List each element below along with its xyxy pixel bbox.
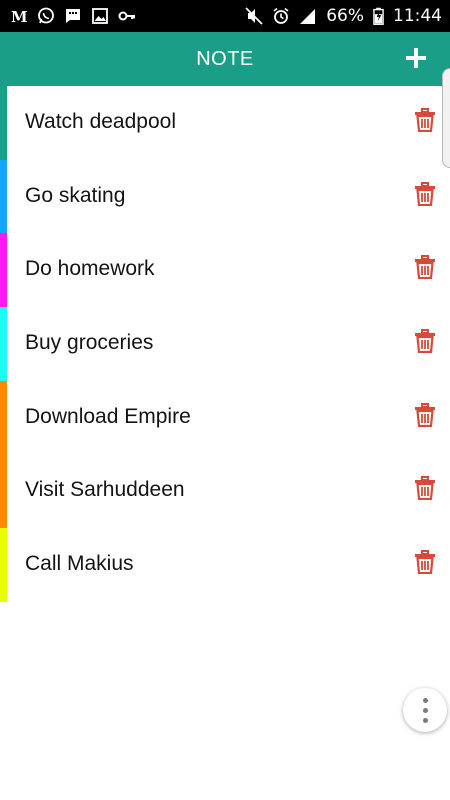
note-text: Call Makius (25, 552, 134, 576)
m-app-icon: M (11, 8, 28, 25)
plus-icon (406, 48, 426, 68)
note-color-stripe (0, 528, 7, 602)
note-item[interactable]: Download Empire (0, 380, 450, 455)
note-color-stripe (0, 86, 7, 160)
edge-panel-handle[interactable] (442, 68, 450, 168)
image-icon (92, 8, 108, 24)
app-title: NOTE (196, 47, 254, 70)
note-text: Do homework (25, 257, 155, 281)
trash-icon (415, 476, 435, 501)
delete-note-button[interactable] (414, 181, 436, 206)
status-bar-right: 66% 11:44 (245, 6, 442, 26)
vertical-dots-icon (422, 707, 428, 713)
status-bar-left: M (10, 7, 136, 25)
battery-percent: 66% (326, 6, 364, 26)
note-text: Buy groceries (25, 331, 154, 355)
trash-icon (415, 550, 435, 575)
delete-note-button[interactable] (414, 476, 436, 501)
trash-icon (415, 329, 435, 354)
trash-icon (415, 255, 435, 280)
note-item[interactable]: Go skating (0, 159, 450, 234)
clock: 11:44 (393, 6, 442, 26)
note-item[interactable]: Call Makius (0, 528, 450, 602)
trash-icon (415, 108, 435, 132)
app-bar: NOTE (0, 32, 450, 86)
note-item[interactable]: Buy groceries (0, 307, 450, 381)
note-text: Visit Sarhuddeen (25, 478, 185, 502)
delete-note-button[interactable] (414, 108, 436, 132)
note-text: Go skating (25, 183, 126, 207)
note-item[interactable]: Visit Sarhuddeen (0, 454, 450, 529)
note-text: Watch deadpool (25, 110, 176, 133)
note-color-stripe (0, 233, 7, 308)
message-icon (66, 9, 80, 23)
delete-note-button[interactable] (414, 255, 436, 280)
delete-note-button[interactable] (414, 550, 436, 575)
alarm-icon (273, 7, 289, 24)
overflow-menu-button[interactable] (403, 688, 447, 732)
vertical-dots-icon (422, 717, 428, 723)
note-item[interactable]: Do homework (0, 233, 450, 308)
trash-icon (415, 181, 435, 206)
delete-note-button[interactable] (414, 329, 436, 354)
note-item[interactable]: Watch deadpool (0, 86, 450, 160)
signal-icon (300, 9, 316, 24)
note-color-stripe (0, 380, 7, 455)
note-color-stripe (0, 159, 7, 234)
delete-note-button[interactable] (414, 402, 436, 427)
svg-text:M: M (11, 8, 28, 25)
note-color-stripe (0, 307, 7, 381)
trash-icon (415, 402, 435, 427)
key-icon (118, 11, 135, 21)
mute-icon (245, 7, 263, 25)
battery-icon (373, 7, 384, 25)
note-text: Download Empire (25, 404, 191, 428)
note-list: Watch deadpool Go skating Do homework Buy g… (0, 86, 450, 602)
add-note-button[interactable] (402, 42, 430, 74)
vertical-dots-icon (422, 697, 428, 703)
status-bar: M 66% 11:44 (0, 0, 450, 32)
note-color-stripe (0, 454, 7, 529)
whatsapp-icon (38, 7, 54, 24)
